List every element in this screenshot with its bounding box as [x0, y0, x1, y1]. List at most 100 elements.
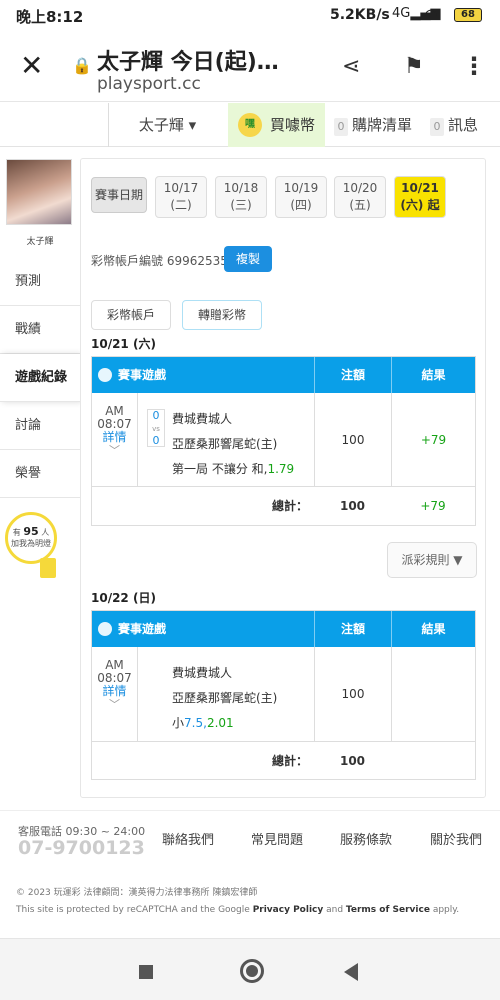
avatar[interactable]	[6, 159, 72, 225]
col-game-label: 賽事遊戲	[118, 622, 167, 636]
time-value: 08:07	[97, 417, 132, 431]
footer-link-faq[interactable]: 常見問題	[251, 829, 303, 848]
tab-coin-account[interactable]: 彩幣帳戶	[91, 300, 171, 330]
bet-amount: 100	[314, 647, 391, 741]
recents-icon[interactable]	[139, 965, 153, 979]
copy-button[interactable]: 複製	[224, 246, 272, 272]
cart-button[interactable]: 0 購牌清單	[328, 103, 420, 147]
date-value: 10/20	[342, 181, 378, 195]
bookmark-icon[interactable]: ⚑	[404, 54, 424, 79]
col-game-label: 賽事遊戲	[118, 368, 167, 382]
game-table: 賽事遊戲 注額 結果 AM 08:07 詳情 ﹀ 0 vs 0 費城費城人 亞歷桑那…	[91, 356, 476, 526]
page-url[interactable]: playsport.cc	[97, 74, 201, 94]
account-number: 彩幣帳戶編號 69962535	[91, 254, 228, 268]
details-link[interactable]: 詳情	[102, 430, 126, 444]
team-home: 亞歷桑那響尾蛇(主)	[172, 691, 278, 705]
pick-text: 第一局 不讓分 和,	[172, 462, 268, 476]
database-icon	[98, 622, 112, 636]
date-value: 10/18	[223, 181, 259, 195]
sidebar-item-record[interactable]: 戰績	[0, 306, 80, 354]
team-home: 亞歷桑那響尾蛇(主)	[172, 437, 278, 451]
more-options-icon[interactable]: ⋮	[462, 52, 486, 80]
table-row: AM 08:07 詳情 ﹀ 0 vs 0 費城費城人 亞歷桑那響尾蛇(主) 第一局 …	[92, 393, 475, 487]
sidebar-item-honor[interactable]: 榮譽	[0, 450, 80, 498]
sidebar-item-label: 榮譽	[15, 466, 42, 481]
signal-label: 4G	[392, 6, 411, 21]
score-vs: vs	[152, 425, 160, 433]
bet-amount: 100	[314, 393, 391, 486]
status-time: 晚上8:12	[16, 8, 84, 26]
date-weekday: (六) 起	[400, 198, 440, 212]
messages-button[interactable]: 0 訊息	[424, 103, 500, 147]
date-weekday: (四)	[290, 198, 312, 212]
message-count: 0	[430, 118, 444, 136]
pick-line: 7.5	[184, 716, 204, 730]
bulb-count: 95	[23, 525, 39, 538]
details-link[interactable]: 詳情	[102, 684, 126, 698]
close-icon[interactable]: ✕	[20, 52, 43, 80]
date-value: 10/19	[283, 181, 319, 195]
status-bar: 晚上8:12 5.2KB/s 4G▂▄▆ ◠ 68	[0, 0, 500, 34]
coin-icon: 嘿	[238, 113, 262, 137]
chevron-down-icon[interactable]: ﹀	[109, 698, 120, 711]
col-amount: 注額	[314, 357, 391, 393]
sidebar-item-label: 討論	[15, 418, 42, 433]
matchup: 費城費城人 亞歷桑那響尾蛇(主) 第一局 不讓分 和,1.79	[172, 407, 294, 482]
col-game: 賽事遊戲	[92, 611, 314, 647]
total-label: 總計：	[271, 499, 308, 513]
bet-result	[391, 647, 475, 741]
sidebar-item-discussion[interactable]: 討論	[0, 402, 80, 450]
team-away: 費城費城人	[172, 666, 233, 680]
phone-number[interactable]: 07-9700123	[18, 837, 145, 859]
total-label: 總計：	[271, 754, 308, 768]
date-weekday: (三)	[230, 198, 252, 212]
date-button[interactable]: 10/19 (四)	[275, 176, 327, 218]
time-ampm: AM	[105, 404, 124, 418]
date-button[interactable]: 10/17 (二)	[155, 176, 207, 218]
date-button-selected[interactable]: 10/21 (六) 起	[394, 176, 446, 218]
privacy-link[interactable]: Privacy Policy	[253, 905, 324, 915]
cart-count: 0	[334, 118, 348, 136]
pick-odds: 1.79	[267, 462, 295, 476]
wifi-icon: ◠	[424, 5, 438, 24]
top-nav: 太子輝 ▾ 嘿 買噱幣 0 購牌清單 0 訊息	[0, 103, 500, 147]
user-menu[interactable]: 太子輝 ▾	[108, 103, 226, 147]
table-header: 賽事遊戲 注額 結果	[92, 357, 475, 393]
sidebar-item-game-history[interactable]: 遊戲紀錄	[0, 354, 80, 402]
time-ampm: AM	[105, 658, 124, 672]
lightbulb-icon	[40, 558, 56, 578]
footer: 客服電話 09:30 ~ 24:00 07-9700123 聯絡我們 常見問題 …	[0, 810, 500, 935]
terms-link[interactable]: Terms of Service	[346, 905, 430, 915]
footer-link-about[interactable]: 關於我們	[430, 829, 482, 848]
share-icon[interactable]: ⋖	[342, 54, 360, 79]
footer-link-contact[interactable]: 聯絡我們	[162, 829, 214, 848]
date-value: 10/21	[401, 181, 439, 195]
home-icon[interactable]	[240, 959, 264, 983]
date-button[interactable]: 10/18 (三)	[215, 176, 267, 218]
chevron-down-icon[interactable]: ﹀	[109, 444, 120, 457]
total-amount: 100	[339, 499, 366, 513]
pick-odds: 2.01	[206, 716, 234, 730]
total-row: 總計： 100 +79	[92, 488, 475, 524]
score-box: 0 vs 0	[147, 409, 165, 447]
captcha-apply: apply.	[432, 905, 460, 915]
date-weekday: (二)	[170, 198, 192, 212]
game-time: AM 08:07 詳情 ﹀	[92, 647, 138, 741]
score-home: 0	[152, 434, 160, 447]
date-button[interactable]: 10/20 (五)	[334, 176, 386, 218]
captcha-and: and	[326, 905, 344, 915]
buy-coin-button[interactable]: 嘿 買噱幣	[228, 103, 325, 147]
total-amount: 100	[339, 754, 366, 768]
sidebar-item-predict[interactable]: 預測	[0, 258, 80, 306]
footer-link-terms[interactable]: 服務條款	[340, 829, 392, 848]
captcha-text: This site is protected by reCAPTCHA and …	[16, 905, 250, 915]
table-header: 賽事遊戲 注額 結果	[92, 611, 475, 647]
game-table: 賽事遊戲 注額 結果 AM 08:07 詳情 ﹀ 費城費城人 亞歷桑那響尾蛇(主…	[91, 610, 476, 780]
back-icon[interactable]	[344, 963, 358, 981]
lightbulb-badge[interactable]: 有 95 人 加我為明燈	[5, 512, 57, 564]
total-row: 總計： 100	[92, 743, 475, 779]
tab-transfer-coin[interactable]: 轉贈彩幣	[182, 300, 262, 330]
payout-rules-button[interactable]: 派彩規則 ▼	[387, 542, 477, 578]
col-game: 賽事遊戲	[92, 357, 314, 393]
sidebar-username: 太子輝	[26, 237, 54, 247]
